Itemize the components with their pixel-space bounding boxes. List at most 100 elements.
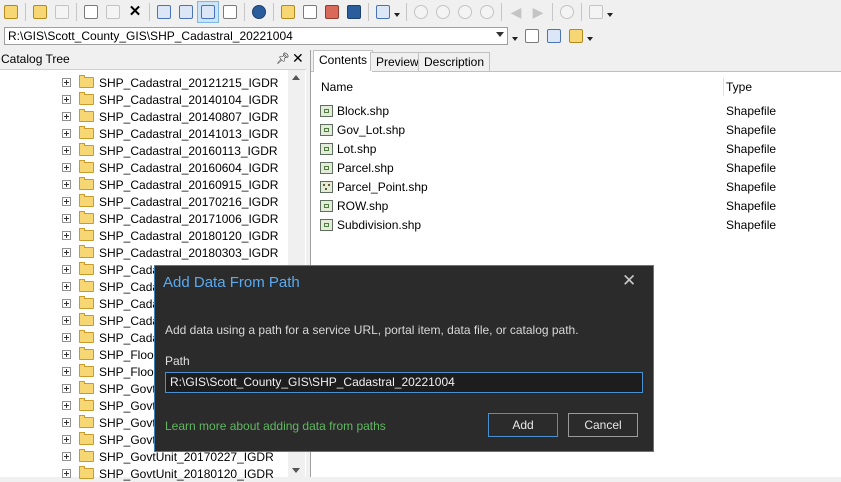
- table-row[interactable]: Gov_Lot.shp Shapefile: [320, 121, 820, 138]
- learn-more-link[interactable]: Learn more about adding data from paths: [165, 419, 386, 433]
- tree-item[interactable]: SHP_GovtU: [62, 380, 164, 397]
- large-icons-view-icon[interactable]: [154, 2, 174, 22]
- table-row[interactable]: Block.shp Shapefile: [320, 102, 820, 119]
- table-row[interactable]: Subdivision.shp Shapefile: [320, 216, 820, 233]
- tree-item[interactable]: SHP_Cadastral_20171006_IGDR: [62, 210, 278, 227]
- chevron-down-icon[interactable]: [512, 29, 518, 43]
- location-input[interactable]: R:\GIS\Scott_County_GIS\SHP_Cadastral_20…: [4, 27, 508, 45]
- expand-plus-icon[interactable]: [62, 180, 71, 189]
- expand-plus-icon[interactable]: [62, 282, 71, 291]
- expand-plus-icon[interactable]: [62, 78, 71, 87]
- expand-plus-icon[interactable]: [62, 231, 71, 240]
- back-arrow-icon[interactable]: ◀: [506, 2, 526, 22]
- expand-plus-icon[interactable]: [62, 452, 71, 461]
- connect-folder-icon[interactable]: [30, 2, 50, 22]
- expand-plus-icon[interactable]: [62, 112, 71, 121]
- tree-item[interactable]: SHP_GovtU: [62, 431, 164, 448]
- disconnect-folder-icon[interactable]: [52, 2, 72, 22]
- expand-plus-icon[interactable]: [62, 265, 71, 274]
- edit-metadata-icon[interactable]: [566, 26, 586, 46]
- export-metadata-icon[interactable]: [544, 26, 564, 46]
- tree-item[interactable]: SHP_Cadastral_20160915_IGDR: [62, 176, 278, 193]
- zoom-in-icon[interactable]: [411, 2, 431, 22]
- chevron-down-icon[interactable]: [394, 5, 400, 19]
- table-row[interactable]: Parcel.shp Shapefile: [320, 159, 820, 176]
- chevron-down-icon[interactable]: [496, 32, 504, 37]
- chevron-down-icon[interactable]: [292, 468, 300, 473]
- tree-item[interactable]: SHP_Cadastral_20121215_IGDR: [62, 74, 278, 91]
- model-builder-icon[interactable]: [373, 2, 393, 22]
- expand-plus-icon[interactable]: [62, 163, 71, 172]
- column-divider[interactable]: [723, 78, 724, 96]
- toolbox-icon[interactable]: [322, 2, 342, 22]
- tree-item[interactable]: SHP_GovtUnit_20180120_IGDR: [62, 465, 274, 482]
- tree-item[interactable]: SHP_GovtU: [62, 414, 164, 431]
- delete-icon[interactable]: ✕: [125, 2, 145, 22]
- expand-plus-icon[interactable]: [62, 299, 71, 308]
- column-header-name[interactable]: Name: [321, 80, 353, 94]
- table-row[interactable]: Parcel_Point.shp Shapefile: [320, 178, 820, 195]
- expand-plus-icon[interactable]: [62, 146, 71, 155]
- tree-item[interactable]: SHP_GovtU: [62, 397, 164, 414]
- chevron-down-icon[interactable]: [587, 29, 593, 43]
- expand-plus-icon[interactable]: [62, 401, 71, 410]
- arctoolbox-icon[interactable]: [300, 2, 320, 22]
- full-extent-icon[interactable]: [477, 2, 497, 22]
- expand-plus-icon[interactable]: [62, 418, 71, 427]
- pan-icon[interactable]: [455, 2, 475, 22]
- tree-item[interactable]: SHP_Cadastral_20160113_IGDR: [62, 142, 278, 159]
- table-row[interactable]: Lot.shp Shapefile: [320, 140, 820, 157]
- expand-plus-icon[interactable]: [62, 333, 71, 342]
- zoom-out-icon[interactable]: [433, 2, 453, 22]
- tree-item[interactable]: SHP_Cadas: [62, 312, 165, 329]
- expand-plus-icon[interactable]: [62, 197, 71, 206]
- chevron-down-icon[interactable]: [607, 5, 613, 19]
- details-view-icon[interactable]: [197, 1, 219, 23]
- tree-item[interactable]: SHP_Cadas: [62, 295, 165, 312]
- expand-plus-icon[interactable]: [62, 248, 71, 257]
- paste-icon[interactable]: [103, 2, 123, 22]
- pin-icon[interactable]: 📌︎: [276, 52, 290, 65]
- copy-icon[interactable]: [81, 2, 101, 22]
- tree-item[interactable]: SHP_Cadastral_20170216_IGDR: [62, 193, 278, 210]
- column-header-type[interactable]: Type: [726, 80, 752, 94]
- add-button[interactable]: Add: [488, 413, 558, 437]
- cancel-button[interactable]: Cancel: [568, 413, 638, 437]
- expand-plus-icon[interactable]: [62, 316, 71, 325]
- tree-item[interactable]: SHP_Cadastral_20140807_IGDR: [62, 108, 278, 125]
- tab-description[interactable]: Description: [418, 52, 491, 71]
- tree-item[interactable]: SHP_Flood: [62, 363, 160, 380]
- tree-item[interactable]: SHP_Cadas: [62, 278, 165, 295]
- search-window-icon[interactable]: [249, 2, 269, 22]
- tab-contents[interactable]: Contents: [313, 50, 374, 72]
- chevron-up-icon[interactable]: [292, 75, 300, 80]
- tree-item[interactable]: SHP_Cadastral_20160604_IGDR: [62, 159, 278, 176]
- path-input[interactable]: R:\GIS\Scott_County_GIS\SHP_Cadastral_20…: [165, 372, 643, 393]
- forward-arrow-icon[interactable]: ▶: [528, 2, 548, 22]
- table-row[interactable]: ROW.shp Shapefile: [320, 197, 820, 214]
- python-window-icon[interactable]: [344, 2, 364, 22]
- expand-plus-icon[interactable]: [62, 367, 71, 376]
- tree-item[interactable]: SHP_Cadastral_20180120_IGDR: [62, 227, 278, 244]
- expand-plus-icon[interactable]: [62, 129, 71, 138]
- close-icon[interactable]: ✕: [622, 271, 636, 291]
- expand-plus-icon[interactable]: [62, 214, 71, 223]
- catalog-tree-window-icon[interactable]: [278, 2, 298, 22]
- close-icon[interactable]: ✕: [292, 50, 304, 67]
- expand-plus-icon[interactable]: [62, 435, 71, 444]
- tree-item[interactable]: SHP_Cadastral_20141013_IGDR: [62, 125, 278, 142]
- tree-item[interactable]: SHP_Cadastral_20180303_IGDR: [62, 244, 278, 261]
- tree-item[interactable]: SHP_Cadastral_20140104_IGDR: [62, 91, 278, 108]
- tree-item[interactable]: SHP_Flood: [62, 346, 160, 363]
- up-one-level-icon[interactable]: [1, 2, 21, 22]
- expand-plus-icon[interactable]: [62, 384, 71, 393]
- expand-plus-icon[interactable]: [62, 95, 71, 104]
- tab-preview[interactable]: Preview: [370, 52, 425, 71]
- create-thumbnail-icon[interactable]: [586, 2, 606, 22]
- metadata-icon[interactable]: [522, 26, 542, 46]
- list-view-icon[interactable]: [176, 2, 196, 22]
- expand-plus-icon[interactable]: [62, 350, 71, 359]
- identify-icon[interactable]: [557, 2, 577, 22]
- tree-item[interactable]: SHP_Cadas: [62, 329, 165, 346]
- thumbnails-view-icon[interactable]: [220, 2, 240, 22]
